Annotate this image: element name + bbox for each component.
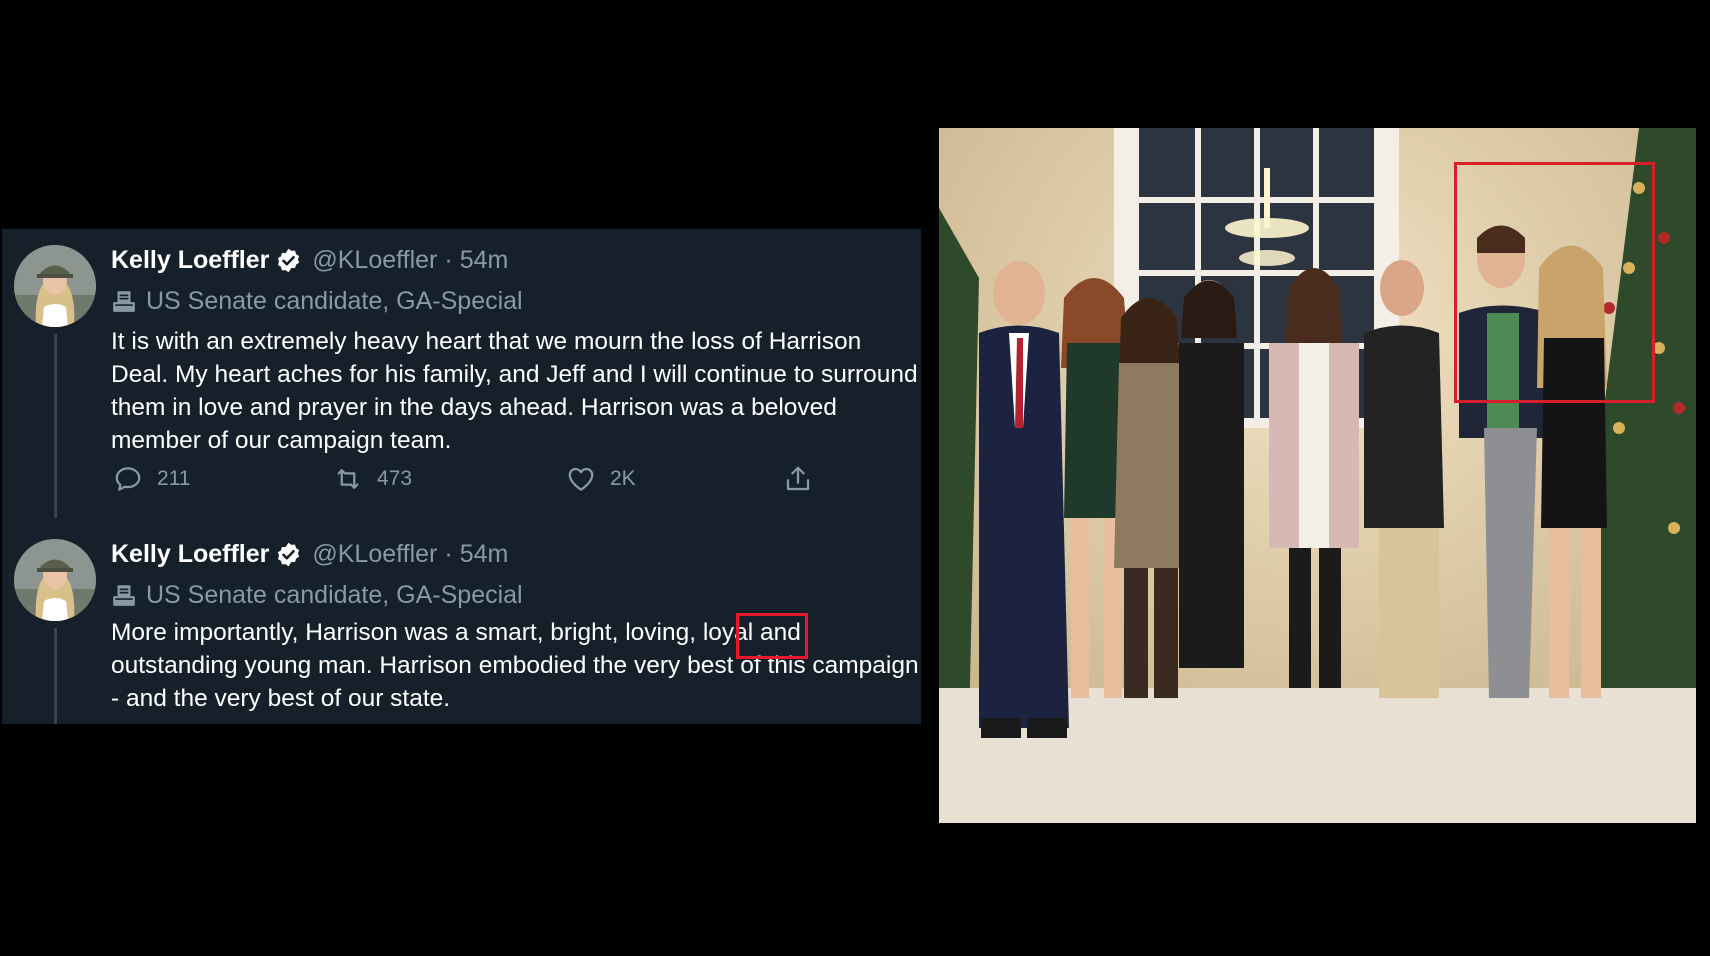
verified-badge-icon <box>275 247 302 274</box>
timestamp[interactable]: 54m <box>460 540 509 569</box>
separator: · <box>444 539 453 568</box>
thread-connector-line <box>54 334 57 518</box>
reply-icon <box>115 467 141 491</box>
display-name[interactable]: Kelly Loeffler <box>111 540 269 569</box>
share-icon <box>786 466 810 491</box>
reply-count: 211 <box>157 467 191 490</box>
tweet-header: Kelly Loeffler @KLoeffler · 54m <box>111 537 508 571</box>
tweet-text: It is with an extremely heavy heart that… <box>111 328 918 454</box>
retweet-count: 473 <box>377 467 413 490</box>
user-bio-label: US Senate candidate, GA-Special <box>111 285 523 317</box>
tweet[interactable]: Kelly Loeffler @KLoeffler · 54m US Senat… <box>2 523 921 724</box>
avatar[interactable] <box>14 539 96 621</box>
bio-text: US Senate candidate, GA-Special <box>146 580 523 609</box>
thread-connector-line <box>54 628 57 724</box>
annotation-highlight-box <box>736 613 808 659</box>
separator: · <box>444 245 453 274</box>
heart-icon <box>568 467 594 491</box>
handle[interactable]: @KLoeffler <box>312 540 437 569</box>
reply-button[interactable]: 211 <box>113 461 190 497</box>
like-count: 2K <box>610 467 636 490</box>
tweet-actions: 211 473 2K <box>111 461 871 497</box>
avatar[interactable] <box>14 245 96 327</box>
ballot-box-icon <box>111 582 137 608</box>
tweet-header: Kelly Loeffler @KLoeffler · 54m <box>111 243 508 277</box>
handle[interactable]: @KLoeffler <box>312 246 437 275</box>
retweet-icon <box>337 469 359 489</box>
like-button[interactable]: 2K <box>566 461 636 497</box>
user-bio-label: US Senate candidate, GA-Special <box>111 579 523 611</box>
retweet-button[interactable]: 473 <box>333 461 412 497</box>
tweet[interactable]: Kelly Loeffler @KLoeffler · 54m US Senat… <box>2 229 921 523</box>
verified-badge-icon <box>275 541 302 568</box>
share-button[interactable] <box>783 461 827 497</box>
annotation-highlight-box <box>1454 162 1655 403</box>
display-name[interactable]: Kelly Loeffler <box>111 246 269 275</box>
ballot-box-icon <box>111 288 137 314</box>
timestamp[interactable]: 54m <box>460 246 509 275</box>
bio-text: US Senate candidate, GA-Special <box>146 286 523 315</box>
tweet-thread-panel: Kelly Loeffler @KLoeffler · 54m US Senat… <box>2 229 921 724</box>
